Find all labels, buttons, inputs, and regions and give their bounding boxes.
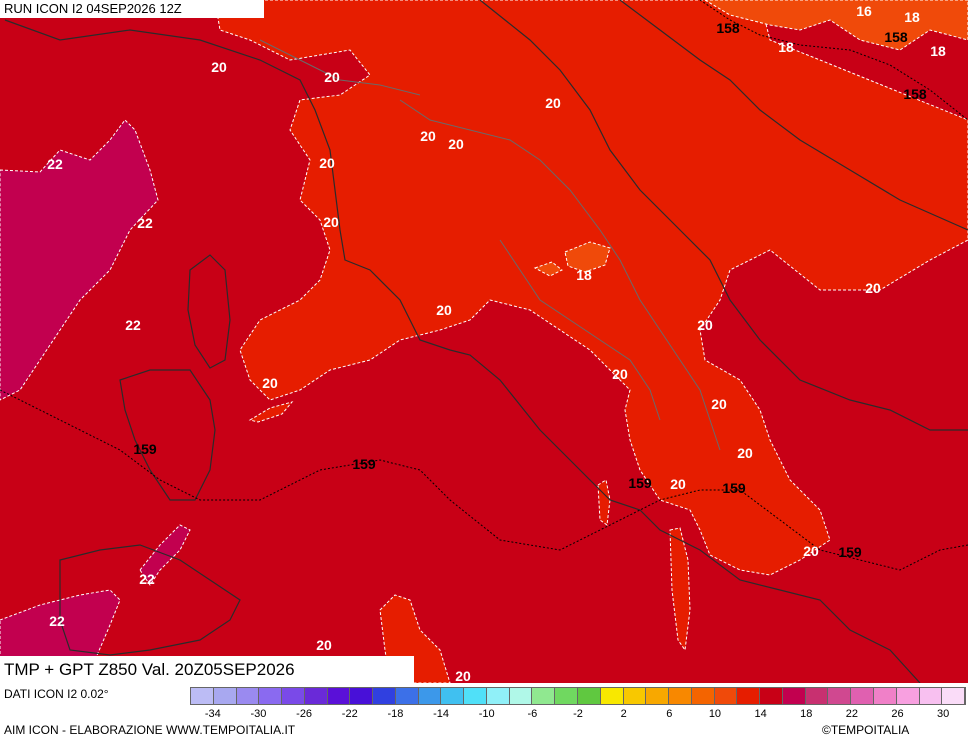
color-swatch (691, 688, 715, 704)
color-scale-tick: -22 (341, 708, 358, 720)
color-swatch (760, 688, 783, 704)
color-swatch (919, 688, 943, 704)
geopotential-label: 159 (628, 475, 652, 491)
color-swatch (304, 688, 328, 704)
color-swatch (327, 688, 351, 704)
color-scale (190, 687, 966, 705)
color-swatch (737, 688, 761, 704)
color-scale-ticks: -34-30-26-22-18-14-10-6-2261014182226303… (190, 708, 966, 722)
color-swatch (395, 688, 419, 704)
data-source: DATI ICON I2 0.02° (4, 687, 109, 701)
isotherm-label: 16 (856, 3, 872, 19)
credits: AIM ICON - ELABORAZIONE WWW.TEMPOITALIA.… (4, 723, 296, 737)
color-scale-tick: -6 (527, 708, 538, 720)
geopotential-label: 158 (884, 29, 908, 45)
color-swatch (464, 688, 487, 704)
color-swatch (213, 688, 237, 704)
color-scale-tick: 18 (800, 708, 813, 720)
isotherm-label: 18 (778, 39, 794, 55)
color-swatch (896, 688, 920, 704)
footer: DATI ICON I2 0.02° -34 -30 -26 -22 -18 -14 -10… (0, 683, 968, 745)
isotherm-label: 18 (904, 9, 920, 25)
isotherm-label: 20 (262, 375, 278, 391)
geopotential-label: 159 (352, 456, 376, 472)
geopotential-label: 158 (903, 86, 927, 102)
color-scale-tick: -18 (387, 708, 404, 720)
color-swatch (532, 688, 556, 704)
geopotential-label: 158 (716, 20, 740, 36)
color-swatch (191, 688, 214, 704)
color-scale-tick: 2 (620, 708, 627, 720)
color-swatch (851, 688, 874, 704)
color-swatch (828, 688, 852, 704)
color-scale-tick: 26 (891, 708, 904, 720)
isotherm-label: 20 (436, 302, 452, 318)
isotherm-label: 20 (737, 445, 753, 461)
isotherm-label: 20 (319, 155, 335, 171)
color-swatch (623, 688, 647, 704)
isotherm-label: 22 (137, 215, 153, 231)
color-swatch (805, 688, 829, 704)
isotherm-label: 20 (211, 59, 227, 75)
color-swatch (282, 688, 305, 704)
isotherm-label: 20 (455, 668, 471, 683)
color-scale-tick: -2 (573, 708, 583, 720)
weather-map: 20 22 22 22 20 20 20 20 20 20 20 20 20 1… (0, 0, 968, 683)
color-scale-tick: 22 (845, 708, 858, 720)
color-swatch (600, 688, 624, 704)
geopotential-label: 159 (838, 544, 862, 560)
color-swatch (646, 688, 670, 704)
isotherm-label: 20 (420, 128, 436, 144)
color-swatch (350, 688, 374, 704)
color-scale-tick: -34 (204, 708, 221, 720)
geopotential-label: 159 (722, 480, 746, 496)
isotherm-label: 20 (324, 69, 340, 85)
isotherm-label: 20 (316, 637, 332, 653)
color-scale-tick: 30 (937, 708, 950, 720)
color-swatch (236, 688, 260, 704)
color-scale-tick: -10 (478, 708, 495, 720)
isotherm-label: 22 (125, 317, 141, 333)
isotherm-label: 20 (323, 214, 339, 230)
color-scale-tick: -30 (250, 708, 267, 720)
color-swatch (782, 688, 806, 704)
isotherm-label: 22 (49, 613, 65, 629)
map-title: TMP + GPT Z850 Val. 20Z05SEP2026 (0, 656, 414, 683)
isotherm-label: 20 (545, 95, 561, 111)
isotherm-label: 18 (930, 43, 946, 59)
color-scale-tick: 10 (708, 708, 722, 720)
color-swatch (555, 688, 579, 704)
isotherm-label: 18 (576, 267, 592, 283)
isotherm-label: 22 (139, 571, 155, 587)
color-swatch (373, 688, 396, 704)
color-scale-tick: 6 (666, 708, 673, 720)
run-label: RUN ICON I2 04SEP2026 12Z (0, 0, 264, 18)
color-swatch (714, 688, 738, 704)
color-swatch (441, 688, 465, 704)
isotherm-label: 20 (670, 476, 686, 492)
color-swatch (669, 688, 692, 704)
copyright: ©TEMPOITALIA (822, 723, 910, 737)
isotherm-label: 20 (612, 366, 628, 382)
color-swatch (578, 688, 601, 704)
color-swatch (486, 688, 510, 704)
isotherm-label: 20 (711, 396, 727, 412)
isotherm-label: 22 (47, 156, 63, 172)
isotherm-label: 20 (448, 136, 464, 152)
isotherm-label: 20 (697, 317, 713, 333)
isotherm-label: 20 (865, 280, 881, 296)
color-swatch (418, 688, 442, 704)
isotherm-label: 20 (803, 543, 819, 559)
color-swatch (942, 688, 966, 704)
color-swatch (259, 688, 283, 704)
color-swatch (509, 688, 533, 704)
geopotential-label: 159 (133, 441, 157, 457)
color-scale-tick: -26 (296, 708, 313, 720)
color-scale-tick: -14 (433, 708, 449, 720)
color-swatch (873, 688, 897, 704)
color-scale-tick: 14 (754, 708, 767, 720)
